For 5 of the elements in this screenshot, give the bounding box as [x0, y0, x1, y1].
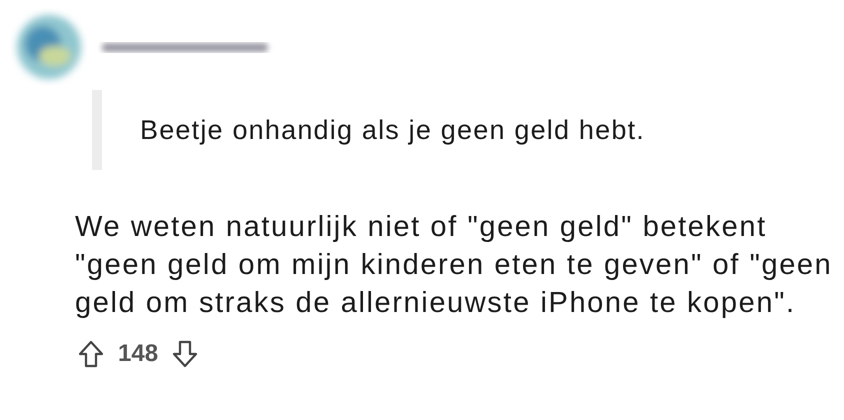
vote-count: 148 — [118, 339, 158, 369]
comment-text: We weten natuurlijk niet of "geen geld" betekent "geen geld om mijn kinderen eten te geven" of "geen geld om straks de allernieuwste iPhone te kopen". — [75, 210, 834, 321]
quote-text: Beetje onhandig als je geen geld hebt. — [140, 114, 645, 147]
upvote-button[interactable] — [78, 340, 104, 368]
downvote-button[interactable] — [172, 340, 198, 368]
